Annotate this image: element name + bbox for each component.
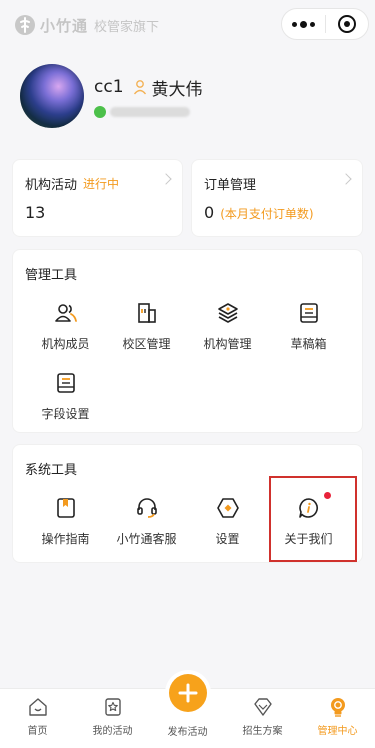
person-icon — [133, 80, 146, 95]
tab-label: 发布活动 — [167, 727, 208, 738]
nickname: cc1 — [94, 77, 124, 97]
tab-label: 我的活动 — [92, 726, 133, 737]
home-icon — [28, 698, 47, 716]
tool-settings[interactable]: 设置 — [187, 492, 268, 562]
activity-stat-card[interactable]: 机构活动 进行中 13 — [12, 159, 183, 237]
brand: 小竹通 校管家旗下 — [14, 14, 159, 36]
tool-members[interactable]: 机构成员 — [25, 297, 106, 367]
manage-tools-card: 管理工具 机构成员 校区管理 机构管理 草稿箱 字段设置 — [12, 249, 363, 433]
stat-value: 0 — [204, 203, 215, 222]
members-icon — [54, 304, 77, 322]
profile-info: cc1 黄大伟 — [94, 74, 203, 118]
tool-field-settings[interactable]: 字段设置 — [25, 367, 106, 437]
stat-value: 13 — [25, 203, 46, 222]
tool-label: 字段设置 — [41, 407, 90, 421]
section-title: 管理工具 — [25, 268, 78, 283]
tab-label: 招生方案 — [242, 726, 283, 737]
tab-label: 管理中心 — [317, 726, 358, 737]
user-profile[interactable]: cc1 黄大伟 — [20, 64, 203, 128]
tool-label: 机构成员 — [41, 337, 90, 351]
mini-program-capsule — [281, 8, 369, 40]
tool-label: 机构管理 — [203, 337, 252, 351]
plus-icon — [178, 683, 197, 703]
diamond-icon — [253, 698, 272, 716]
guide-icon — [56, 498, 75, 518]
tab-management-center[interactable]: 管理中心 — [300, 689, 375, 748]
tool-label: 操作指南 — [41, 532, 90, 546]
tool-label: 校区管理 — [122, 337, 171, 351]
tool-guide[interactable]: 操作指南 — [25, 492, 106, 562]
manage-tools-grid: 机构成员 校区管理 机构管理 草稿箱 字段设置 — [25, 297, 350, 437]
tab-label: 首页 — [27, 726, 48, 737]
bottom-tab-bar: 首页 我的活动 发布活动 招生方案 管理中心 — [0, 674, 375, 748]
stat-title: 订单管理 — [204, 178, 257, 193]
field-settings-icon — [56, 373, 75, 393]
brand-subtitle: 校管家旗下 — [94, 19, 160, 35]
close-mini-program-icon[interactable] — [326, 15, 368, 33]
brand-name: 小竹通 — [40, 16, 89, 35]
order-stat-card[interactable]: 订单管理 0 (本月支付订单数) — [191, 159, 363, 237]
more-menu-icon[interactable] — [282, 20, 325, 28]
tab-home[interactable]: 首页 — [0, 689, 75, 748]
drafts-icon — [299, 303, 318, 323]
headset-icon — [136, 498, 157, 518]
stat-note: (本月支付订单数) — [220, 207, 314, 221]
tab-publish[interactable]: 发布活动 — [150, 674, 225, 748]
masked-phone — [94, 106, 203, 118]
tool-drafts[interactable]: 草稿箱 — [268, 297, 349, 367]
highlight-annotation-box — [269, 476, 357, 562]
tool-label: 设置 — [215, 532, 240, 546]
tool-label: 小竹通客服 — [116, 532, 177, 546]
real-name: 黄大伟 — [151, 79, 203, 100]
tab-enrollment-plans[interactable]: 招生方案 — [225, 689, 300, 748]
publish-button[interactable] — [168, 674, 207, 712]
star-doc-icon — [104, 698, 121, 716]
tool-label: 草稿箱 — [290, 337, 327, 351]
layers-icon — [217, 303, 238, 323]
hexagon-settings-icon — [216, 498, 239, 518]
tool-customer-service[interactable]: 小竹通客服 — [106, 492, 187, 562]
wechat-icon — [94, 106, 106, 118]
status-tag: 进行中 — [83, 177, 120, 191]
app-header: 小竹通 校管家旗下 — [0, 0, 375, 50]
tool-campus[interactable]: 校区管理 — [106, 297, 187, 367]
blurred-phone-number — [110, 107, 190, 117]
avatar[interactable] — [20, 64, 84, 128]
tool-org-manage[interactable]: 机构管理 — [187, 297, 268, 367]
stat-title: 机构活动 — [25, 178, 78, 193]
tab-my-activities[interactable]: 我的活动 — [75, 689, 150, 748]
bulb-icon — [330, 698, 345, 717]
bamboo-logo-icon — [15, 15, 35, 35]
campus-icon — [137, 303, 156, 323]
